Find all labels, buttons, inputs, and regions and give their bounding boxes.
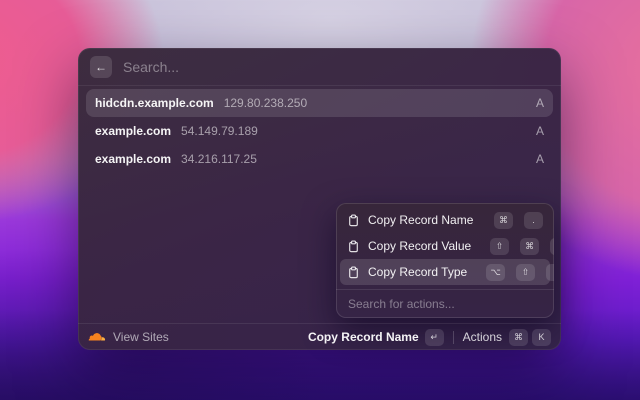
back-button[interactable]: ← bbox=[90, 56, 112, 78]
action-label: Copy Record Name bbox=[368, 213, 473, 227]
view-sites-label: View Sites bbox=[113, 330, 169, 344]
keycap-shift: ⇧ bbox=[516, 264, 535, 281]
record-value: 34.216.117.25 bbox=[181, 152, 257, 166]
back-arrow-icon: ← bbox=[95, 60, 107, 74]
actions-popover: Copy Record Name ⌘ . Copy Record Value ⇧… bbox=[336, 203, 554, 318]
search-header: ← Search... bbox=[78, 48, 561, 86]
record-row[interactable]: example.com 54.149.79.189 A bbox=[86, 117, 553, 145]
keycap-k: K bbox=[532, 329, 551, 346]
primary-action-button[interactable]: Copy Record Name ↵ bbox=[308, 329, 444, 346]
primary-action-label: Copy Record Name bbox=[308, 330, 419, 344]
record-row[interactable]: example.com 34.216.117.25 A bbox=[86, 145, 553, 173]
actions-search-input[interactable]: Search for actions... bbox=[336, 290, 554, 318]
action-label: Copy Record Value bbox=[368, 239, 471, 253]
record-type-badge: A bbox=[536, 152, 544, 166]
record-name: hidcdn.example.com bbox=[95, 96, 214, 110]
action-label: Copy Record Type bbox=[368, 265, 467, 279]
record-value: 54.149.79.189 bbox=[181, 124, 258, 138]
keycap-cmd: ⌘ bbox=[494, 212, 513, 229]
record-value: 129.80.238.250 bbox=[224, 96, 307, 110]
status-bar: View Sites Copy Record Name ↵ Actions ⌘ … bbox=[78, 323, 561, 350]
keycap-return: ↵ bbox=[425, 329, 444, 346]
actions-button[interactable]: Actions ⌘ K bbox=[463, 329, 551, 346]
action-item-copy-record-name[interactable]: Copy Record Name ⌘ . bbox=[340, 207, 550, 233]
record-type-badge: A bbox=[536, 124, 544, 138]
record-type-badge: A bbox=[536, 96, 544, 110]
record-name: example.com bbox=[95, 152, 171, 166]
actions-list: Copy Record Name ⌘ . Copy Record Value ⇧… bbox=[336, 203, 554, 289]
footer-divider bbox=[453, 331, 454, 344]
actions-button-label: Actions bbox=[463, 330, 502, 344]
keycap-period: . bbox=[550, 238, 554, 255]
launcher-window: ← Search... hidcdn.example.com 129.80.23… bbox=[78, 48, 561, 350]
record-list: hidcdn.example.com 129.80.238.250 A exam… bbox=[78, 86, 561, 176]
clipboard-icon bbox=[347, 266, 360, 279]
cloudflare-icon bbox=[88, 332, 106, 343]
keycap-period: . bbox=[546, 264, 554, 281]
clipboard-icon bbox=[347, 240, 360, 253]
keycap-option: ⌥ bbox=[486, 264, 505, 281]
record-row[interactable]: hidcdn.example.com 129.80.238.250 A bbox=[86, 89, 553, 117]
action-item-copy-record-value[interactable]: Copy Record Value ⇧ ⌘ . bbox=[340, 233, 550, 259]
keycap-cmd: ⌘ bbox=[509, 329, 528, 346]
keycap-shift: ⇧ bbox=[490, 238, 509, 255]
record-name: example.com bbox=[95, 124, 171, 138]
clipboard-icon bbox=[347, 214, 360, 227]
keycap-cmd: ⌘ bbox=[520, 238, 539, 255]
keycap-period: . bbox=[524, 212, 543, 229]
search-input[interactable]: Search... bbox=[123, 59, 179, 75]
action-item-copy-record-type[interactable]: Copy Record Type ⌥ ⇧ . bbox=[340, 259, 550, 285]
